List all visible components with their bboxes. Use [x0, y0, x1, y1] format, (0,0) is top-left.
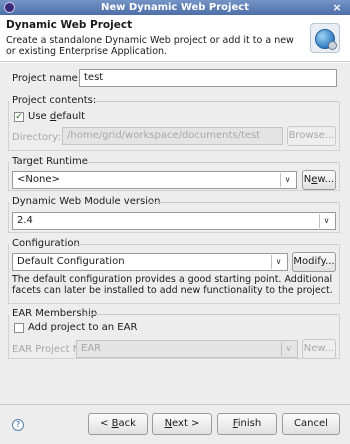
- help-icon[interactable]: ?: [12, 419, 24, 431]
- project-name-input[interactable]: test: [79, 69, 337, 87]
- web-project-icon: [310, 23, 340, 53]
- chevron-down-icon: ∨: [280, 173, 294, 187]
- next-button[interactable]: Next >: [152, 413, 212, 435]
- finish-button[interactable]: Finish: [217, 413, 277, 435]
- configuration-description: The default configuration provides a goo…: [12, 274, 333, 296]
- wizard-footer: ? < Back Next > Finish Cancel: [0, 405, 350, 444]
- wizard-header: Dynamic Web Project Create a standalone …: [0, 15, 350, 62]
- add-to-ear-checkbox[interactable]: [14, 323, 24, 333]
- wizard-content: Project name: test Project contents: ✓ U…: [0, 63, 350, 404]
- module-version-select[interactable]: 2.4 ∨: [12, 212, 336, 230]
- title-bar: New Dynamic Web Project ×: [0, 0, 350, 15]
- window-title: New Dynamic Web Project: [101, 2, 249, 13]
- target-runtime-select[interactable]: <None> ∨: [12, 171, 297, 189]
- chevron-down-icon: ∨: [271, 255, 285, 269]
- new-runtime-button[interactable]: New...: [302, 170, 336, 190]
- chevron-down-icon: ∨: [281, 342, 295, 356]
- directory-label: Directory:: [12, 132, 61, 143]
- use-default-checkbox[interactable]: ✓: [14, 112, 24, 122]
- close-icon[interactable]: ×: [330, 0, 344, 15]
- page-title: Dynamic Web Project: [6, 19, 133, 31]
- project-name-label: Project name:: [12, 73, 82, 84]
- back-button[interactable]: < Back: [88, 413, 148, 435]
- page-description: Create a standalone Dynamic Web project …: [6, 35, 294, 57]
- configuration-select[interactable]: Default Configuration ∨: [12, 253, 288, 271]
- use-default-label: Use default: [28, 111, 86, 122]
- browse-button[interactable]: Browse...: [287, 126, 336, 146]
- add-to-ear-label: Add project to an EAR: [28, 322, 138, 333]
- new-ear-button[interactable]: New...: [302, 339, 336, 359]
- modify-button[interactable]: Modify...: [292, 252, 336, 272]
- chevron-down-icon: ∨: [319, 214, 333, 228]
- eclipse-icon: [4, 2, 15, 13]
- ear-project-select[interactable]: EAR ∨: [76, 340, 298, 358]
- cancel-button[interactable]: Cancel: [282, 413, 340, 435]
- directory-input[interactable]: /home/grid/workspace/documents/test: [62, 127, 283, 145]
